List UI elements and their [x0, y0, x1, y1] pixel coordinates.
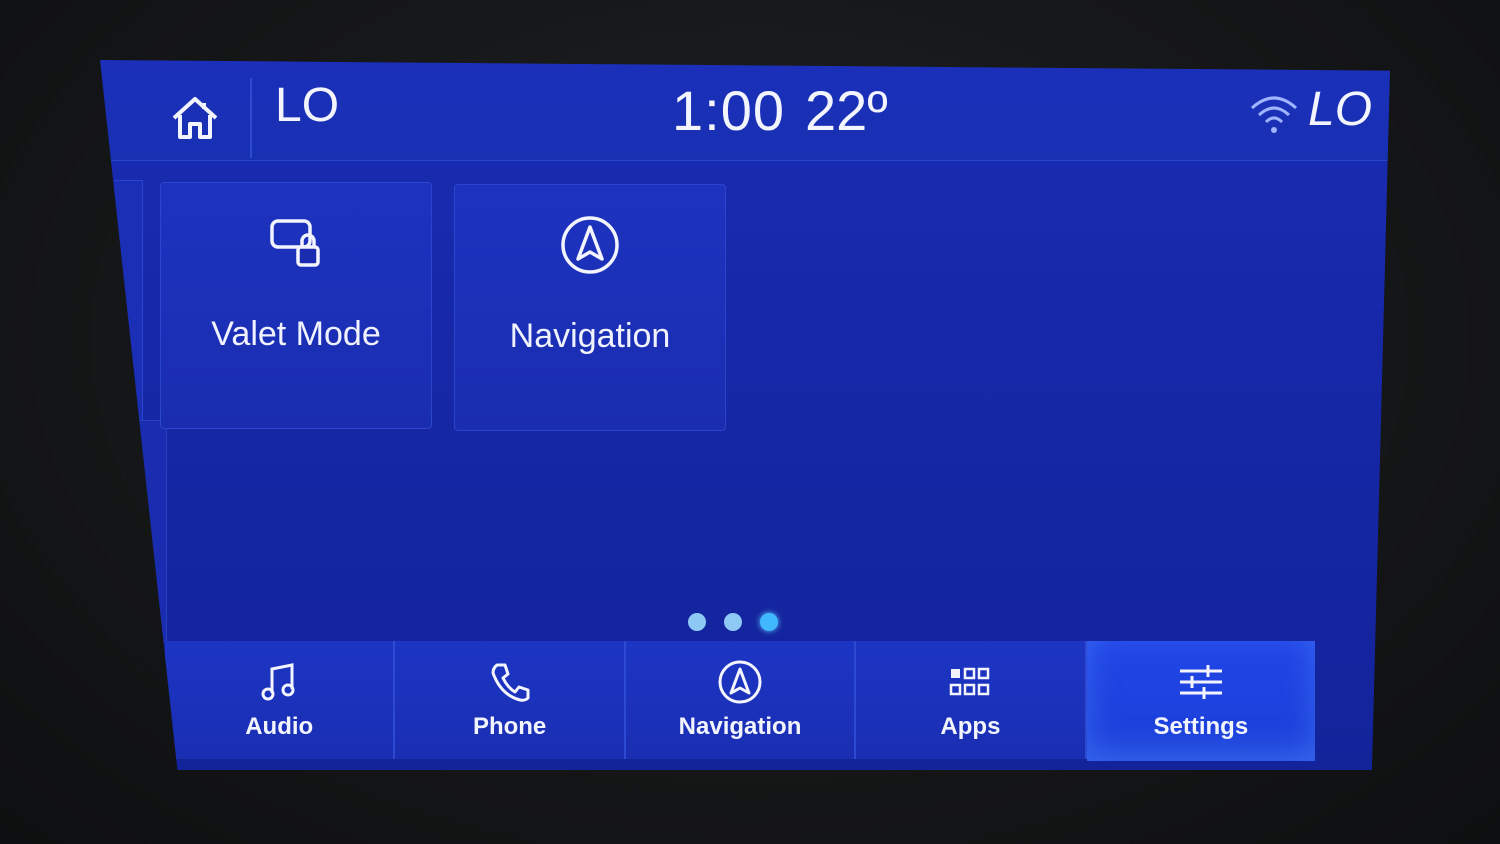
valet-mode-tile[interactable]: Valet Mode [160, 182, 432, 429]
nav-audio-button[interactable]: Audio [165, 641, 395, 759]
page-dot[interactable] [688, 613, 706, 631]
settings-sliders-icon [1178, 659, 1224, 705]
nav-label: Apps [940, 713, 1001, 740]
music-note-icon [256, 659, 302, 705]
apps-grid-icon [947, 659, 993, 705]
wifi-icon [1248, 92, 1300, 136]
outside-temperature: 22º [805, 79, 888, 142]
infotainment-screen: LO 1:00 22º LO Valet Mode Navigation Aud… [100, 60, 1390, 770]
page-dot-active[interactable] [760, 613, 778, 631]
clock: 1:00 [672, 79, 785, 142]
home-button[interactable] [140, 78, 252, 158]
nav-apps-button[interactable]: Apps [856, 641, 1086, 759]
nav-label: Settings [1153, 713, 1249, 740]
nav-navigation-button[interactable]: Navigation [626, 641, 856, 759]
navigation-arrow-icon [558, 213, 622, 277]
nav-label: Navigation [678, 713, 802, 740]
page-indicator [688, 613, 778, 631]
driver-temp-setting[interactable]: LO [275, 78, 339, 133]
nav-settings-button[interactable]: Settings [1087, 641, 1315, 761]
nav-label: Audio [245, 713, 314, 740]
home-icon [168, 91, 222, 145]
passenger-temp-setting[interactable]: LO [1308, 82, 1372, 137]
navigation-arrow-icon [717, 659, 763, 705]
nav-phone-button[interactable]: Phone [395, 641, 625, 759]
tile-label: Navigation [509, 317, 671, 355]
page-dot[interactable] [724, 613, 742, 631]
phone-icon [487, 659, 533, 705]
tile-label: Valet Mode [211, 315, 381, 353]
nav-label: Phone [472, 713, 547, 740]
navigation-tile[interactable]: Navigation [454, 184, 726, 431]
valet-lock-icon [264, 211, 328, 275]
bottom-nav-bar: Audio Phone Navigation Apps Settings [165, 637, 1315, 770]
status-bar: LO 1:00 22º LO [100, 60, 1390, 161]
